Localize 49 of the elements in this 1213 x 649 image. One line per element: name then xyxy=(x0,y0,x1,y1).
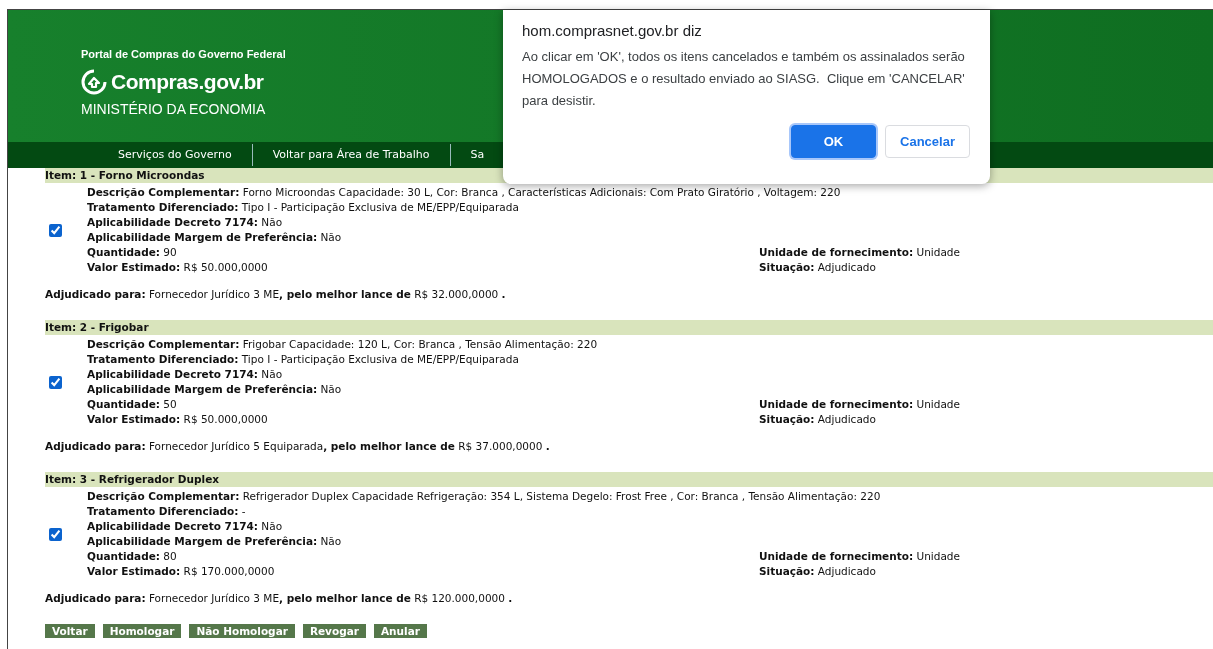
item-field: Aplicabilidade Decreto 7174: Não xyxy=(87,520,283,532)
nav-link[interactable]: Sa xyxy=(450,144,505,166)
award-text: Adjudicado para: Fornecedor Jurídico 3 ME, pelo melhor lance de R$ 120.000,0000 . xyxy=(45,592,513,604)
nav-link[interactable]: Serviços do Governo xyxy=(98,144,253,166)
item-field: Situação: Adjudicado xyxy=(759,565,876,577)
item-title: Item: 3 - Refrigerador Duplex xyxy=(45,472,220,487)
portal-label: Portal de Compras do Governo Federal xyxy=(81,48,286,60)
item-checkbox[interactable] xyxy=(49,223,62,237)
award-text: Adjudicado para: Fornecedor Jurídico 3 ME, pelo melhor lance de R$ 32.000,0000 . xyxy=(45,288,506,300)
item-field: Tratamento Diferenciado: Tipo I - Participação Exclusiva de ME/EPP/Equiparada xyxy=(87,201,519,213)
item-field: Unidade de fornecimento: Unidade xyxy=(759,550,960,562)
item-title: Item: 2 - Frigobar xyxy=(45,320,149,335)
action-button[interactable]: Anular xyxy=(373,624,427,638)
item-field: Quantidade: 80 xyxy=(87,550,177,562)
action-button[interactable]: Voltar xyxy=(45,624,95,638)
dialog-message: Ao clicar em 'OK', todos os itens cancelados e também os assinalados serão HOMOLOGADOS e o resultado enviado ao SIASG. Clique em 'CANCELAR' para desistir. xyxy=(522,48,966,110)
item-field: Tratamento Diferenciado: Tipo I - Participação Exclusiva de ME/EPP/Equiparada xyxy=(87,353,519,365)
award-text: Adjudicado para: Fornecedor Jurídico 5 Equiparada, pelo melhor lance de R$ 37.000,0000 . xyxy=(45,440,550,452)
item-field: Aplicabilidade Decreto 7174: Não xyxy=(87,216,283,228)
item-field: Descrição Complementar: Frigobar Capacidade: 120 L, Cor: Branca , Tensão Alimentação: 220 xyxy=(87,338,598,350)
item-field: Aplicabilidade Margem de Preferência: Não xyxy=(87,383,342,395)
item-title: Item: 1 - Forno Microondas xyxy=(45,168,205,183)
nav-link[interactable]: Voltar para Área de Trabalho xyxy=(252,144,451,166)
logo-text: Compras.gov.br xyxy=(111,70,264,94)
item-field: Quantidade: 90 xyxy=(87,246,177,258)
item-field: Situação: Adjudicado xyxy=(759,413,876,425)
item-field: Valor Estimado: R$ 50.000,0000 xyxy=(87,413,268,425)
item-field: Aplicabilidade Margem de Preferência: Não xyxy=(87,231,342,243)
action-button[interactable]: Não Homologar xyxy=(189,624,295,638)
ok-button[interactable]: OK xyxy=(791,125,876,158)
item-field: Valor Estimado: R$ 50.000,0000 xyxy=(87,261,268,273)
item-field: Descrição Complementar: Forno Microondas Capacidade: 30 L, Cor: Branca , Características Adicionais: Com Prato Giratório , Voltagem: 220 xyxy=(87,186,841,198)
item-field: Situação: Adjudicado xyxy=(759,261,876,273)
item-checkbox[interactable] xyxy=(49,375,62,389)
ministry-label: MINISTÉRIO DA ECONOMIA xyxy=(81,101,266,117)
item-checkbox[interactable] xyxy=(49,527,62,541)
item-field: Unidade de fornecimento: Unidade xyxy=(759,398,960,410)
item-field: Valor Estimado: R$ 170.000,0000 xyxy=(87,565,275,577)
cancel-button[interactable]: Cancelar xyxy=(885,125,970,158)
action-button[interactable]: Revogar xyxy=(302,624,366,638)
item-field: Unidade de fornecimento: Unidade xyxy=(759,246,960,258)
item-field: Descrição Complementar: Refrigerador Duplex Capacidade Refrigeração: 354 L, Sistema Degelo: Frost Free , Cor: Branca , Tensão Alimentação: 220 xyxy=(87,490,881,502)
item-field: Tratamento Diferenciado: - xyxy=(87,505,246,517)
dialog-title: hom.comprasnet.gov.br diz xyxy=(522,22,702,39)
item-field: Quantidade: 50 xyxy=(87,398,177,410)
item-field: Aplicabilidade Margem de Preferência: Não xyxy=(87,535,342,547)
item-field: Aplicabilidade Decreto 7174: Não xyxy=(87,368,283,380)
action-button[interactable]: Homologar xyxy=(102,624,182,638)
logo-icon xyxy=(81,69,107,95)
